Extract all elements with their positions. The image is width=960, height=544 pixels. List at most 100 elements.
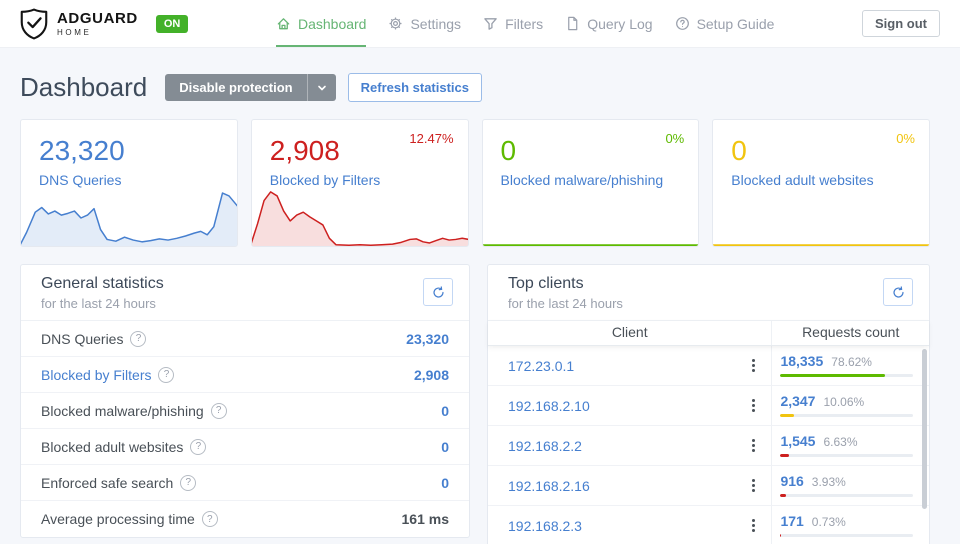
client-row-172-23-0-1: 172.23.0.1 18,335 78.62% [488, 346, 929, 386]
top-clients-subtitle: for the last 24 hours [508, 296, 623, 311]
requests-bar [780, 494, 913, 497]
stat-card-label-link[interactable]: Blocked by Filters [270, 172, 380, 188]
requests-bar [780, 374, 913, 377]
protection-status-badge: ON [155, 14, 189, 33]
top-clients-panel: Top clients for the last 24 hours Client… [487, 264, 930, 544]
stat-card-blocked-by-filters: 12.47% 2,908 Blocked by Filters [250, 119, 469, 247]
kebab-menu-icon[interactable] [748, 436, 759, 455]
client-requests-count: 1,545 [780, 433, 816, 449]
main-nav: Dashboard Settings Filters Query Log Set… [265, 0, 785, 47]
client-ip-link[interactable]: 192.168.2.10 [508, 398, 590, 414]
statistics-row-value: 161 ms [401, 511, 449, 527]
stat-card-label-link[interactable]: Blocked malware/phishing [501, 172, 664, 188]
client-ip-link[interactable]: 192.168.2.3 [508, 518, 582, 534]
nav-item-label: Dashboard [297, 15, 367, 32]
statistics-row-label: Average processing time [41, 511, 195, 527]
stat-card-sparkline [20, 189, 237, 246]
dashboard-page: Dashboard Disable protection Refresh sta… [0, 48, 960, 544]
stat-card-blocked-malware-phishing: 0% 0 Blocked malware/phishing [481, 119, 700, 247]
nav-item-dashboard[interactable]: Dashboard [275, 0, 367, 47]
kebab-menu-icon[interactable] [748, 476, 759, 495]
nav-item-label: Filters [505, 15, 544, 32]
stat-card-dns-queries: 23,320 DNS Queries [20, 119, 238, 247]
statistics-row-label: Blocked adult websites [41, 438, 184, 455]
statistics-row-label: Enforced safe search [41, 474, 174, 491]
help-icon[interactable]: ? [201, 511, 218, 527]
client-ip-link[interactable]: 172.23.0.1 [508, 358, 574, 374]
stat-card-percent: 12.47% [409, 131, 454, 146]
general-statistics-refresh-button[interactable] [423, 278, 453, 306]
client-ip-link[interactable]: 192.168.2.16 [508, 478, 590, 494]
client-requests-count: 171 [780, 513, 804, 529]
help-icon[interactable]: ? [180, 474, 197, 491]
client-requests-count: 916 [780, 473, 804, 489]
client-requests-percent: 3.93% [811, 475, 846, 489]
brand-name: ADGUARD [57, 9, 138, 27]
table-scrollbar-thumb[interactable] [922, 349, 927, 509]
statistics-row-blocked-by-filters: Blocked by Filters ? 2,908 [21, 357, 469, 393]
stat-card-blocked-adult-websites: 0% 0 Blocked adult websites [712, 119, 930, 247]
nav-item-setup-guide[interactable]: Setup Guide [675, 0, 774, 47]
top-clients-title: Top clients [508, 275, 584, 292]
statistics-row-dns-queries: DNS Queries ? 23,320 [21, 321, 469, 357]
client-requests-count: 18,335 [780, 353, 824, 369]
home-icon [276, 16, 291, 31]
client-requests-percent: 10.06% [823, 395, 865, 409]
funnel-icon [483, 16, 498, 31]
statistics-row-value: 23,320 [406, 330, 449, 347]
statistics-row-average-processing-time: Average processing time ? 161 ms [21, 501, 469, 537]
kebab-menu-icon[interactable] [748, 356, 759, 375]
nav-item-query-log[interactable]: Query Log [565, 0, 653, 47]
statistics-row-blocked-adult-websites: Blocked adult websites ? 0 [21, 429, 469, 465]
client-requests-percent: 6.63% [823, 435, 858, 449]
chevron-down-icon [317, 83, 327, 93]
nav-item-settings[interactable]: Settings [388, 0, 461, 47]
stat-card-sparkline [712, 189, 930, 247]
refresh-statistics-button[interactable]: Refresh statistics [347, 73, 483, 102]
column-header-client[interactable]: Client [488, 321, 773, 345]
kebab-menu-icon[interactable] [748, 516, 759, 535]
help-icon[interactable]: ? [158, 366, 175, 383]
statistics-row-label: Blocked by Filters [41, 366, 152, 383]
app-header: ADGUARD HOME ON Dashboard Settings Filte… [0, 0, 960, 48]
client-row-192-168-2-16: 192.168.2.16 916 3.93% [488, 466, 929, 506]
statistics-row-value: 0 [441, 474, 449, 491]
nav-item-filters[interactable]: Filters [483, 0, 543, 47]
help-icon[interactable]: ? [190, 438, 207, 455]
requests-bar [780, 414, 913, 417]
stat-card-value: 23,320 [39, 135, 125, 166]
adguard-shield-icon [20, 8, 48, 40]
nav-item-label: Settings [410, 15, 462, 32]
adguard-brand: ADGUARD HOME ON [20, 0, 189, 47]
stat-card-label-link[interactable]: DNS Queries [39, 172, 121, 188]
help-icon[interactable]: ? [130, 330, 147, 347]
stat-cards-row: 23,320 DNS Queries 12.47% 2,908 Blocked … [20, 119, 930, 247]
client-row-192-168-2-10: 192.168.2.10 2,347 10.06% [488, 386, 929, 426]
statistics-row-label: Blocked malware/phishing [41, 402, 204, 419]
statistics-row-label: DNS Queries [41, 330, 124, 347]
page-title: Dashboard [20, 72, 148, 102]
file-icon [565, 16, 580, 31]
refresh-icon [432, 285, 445, 299]
sign-out-button[interactable]: Sign out [862, 10, 940, 37]
help-icon[interactable]: ? [210, 402, 227, 419]
disable-protection-button[interactable]: Disable protection [165, 74, 307, 101]
disable-protection-caret-button[interactable] [306, 74, 336, 101]
requests-bar [780, 534, 913, 537]
requests-bar [780, 454, 913, 457]
statistics-row-value: 0 [441, 438, 449, 455]
top-clients-refresh-button[interactable] [883, 278, 913, 306]
stat-card-percent: 0% [896, 131, 915, 146]
client-row-192-168-2-2: 192.168.2.2 1,545 6.63% [488, 426, 929, 466]
general-statistics-subtitle: for the last 24 hours [41, 296, 156, 311]
statistics-row-blocked-malware-phishing: Blocked malware/phishing ? 0 [21, 393, 469, 429]
client-ip-link[interactable]: 192.168.2.2 [508, 438, 582, 454]
kebab-menu-icon[interactable] [748, 396, 759, 415]
client-row-192-168-2-3: 192.168.2.3 171 0.73% [488, 506, 929, 544]
column-header-requests-count[interactable]: Requests count [772, 321, 929, 345]
general-statistics-title: General statistics [41, 275, 164, 292]
client-requests-percent: 78.62% [831, 355, 872, 369]
client-requests-percent: 0.73% [811, 515, 846, 529]
stat-card-label-link[interactable]: Blocked adult websites [731, 172, 873, 188]
general-statistics-panel: General statistics for the last 24 hours… [20, 264, 470, 538]
